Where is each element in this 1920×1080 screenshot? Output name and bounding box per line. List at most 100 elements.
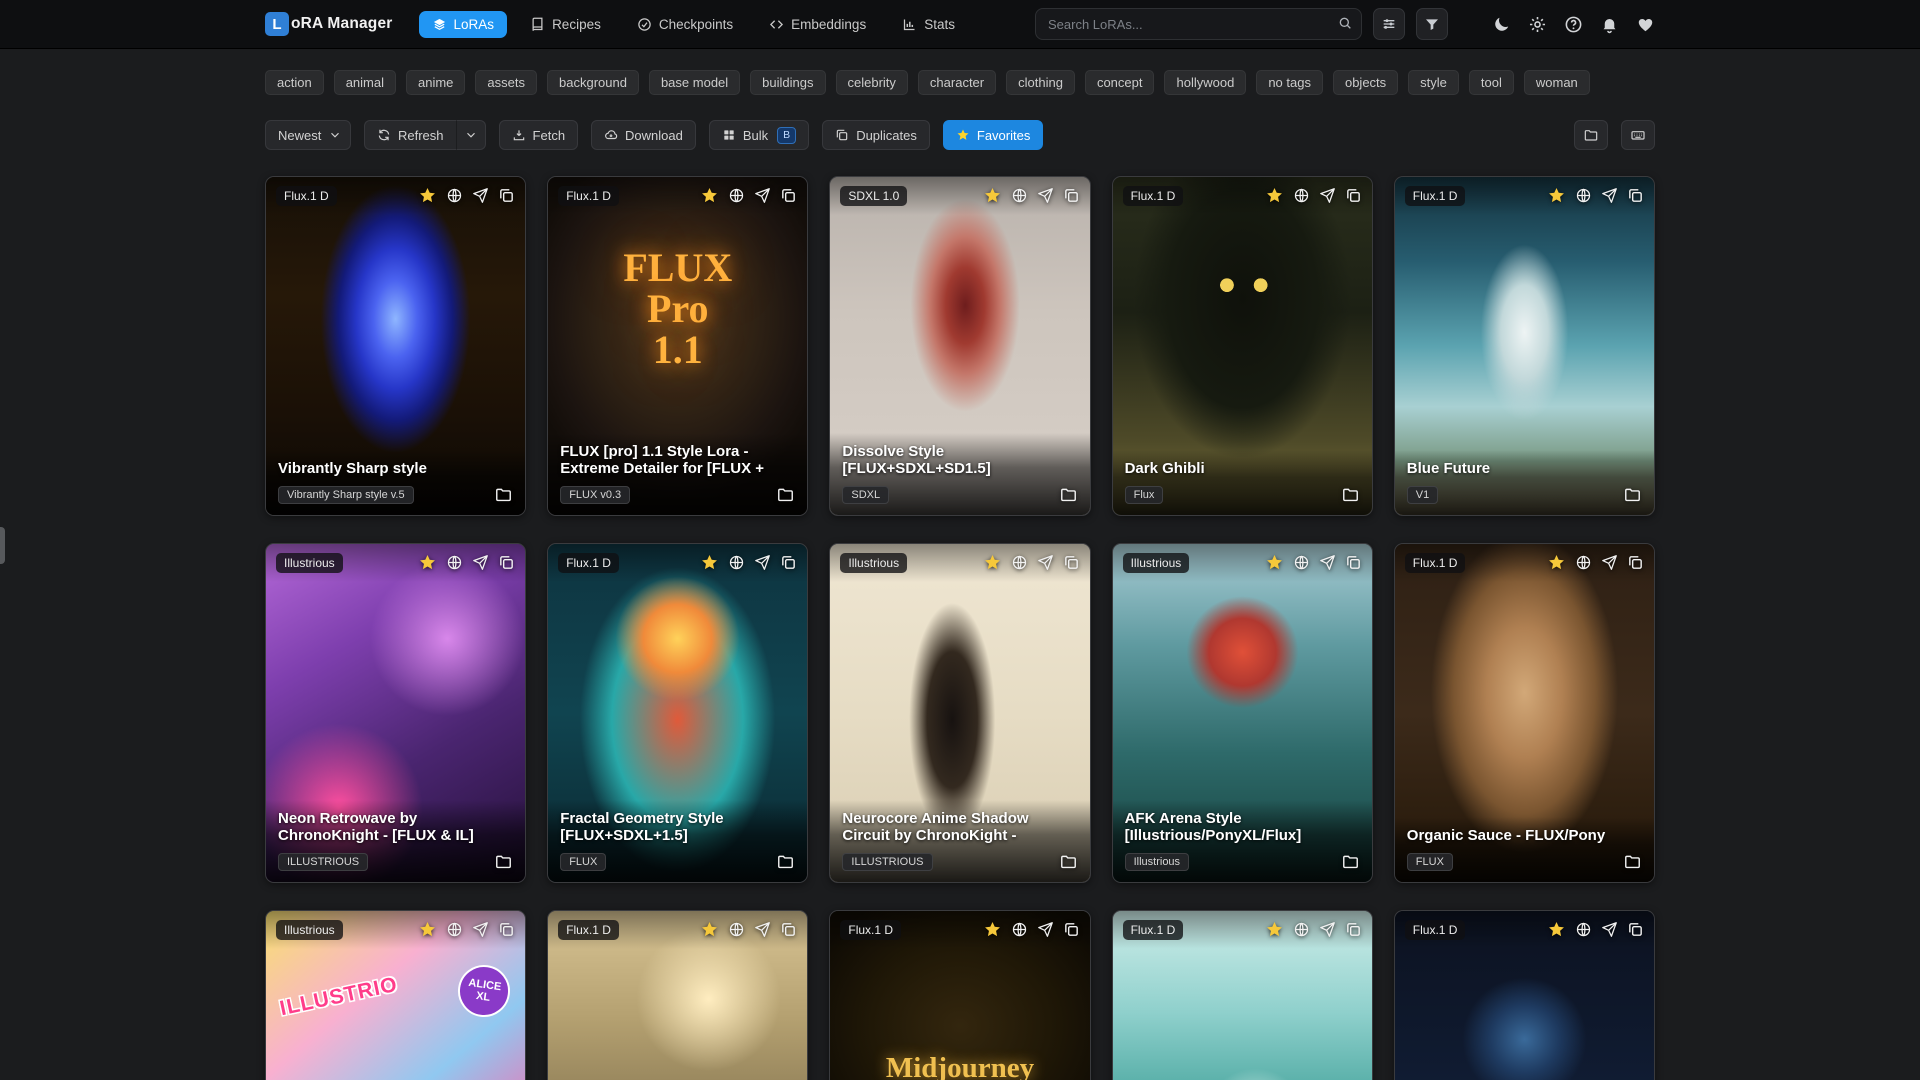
tag-tool[interactable]: tool (1469, 70, 1514, 95)
copy-icon[interactable] (780, 554, 797, 571)
folder-icon[interactable] (776, 485, 795, 504)
folder-icon[interactable] (1059, 485, 1078, 504)
tag-style[interactable]: style (1408, 70, 1459, 95)
copy-icon[interactable] (1627, 187, 1644, 204)
send-icon[interactable] (754, 187, 771, 204)
duplicates-button[interactable]: Duplicates (822, 120, 930, 150)
folder-icon[interactable] (494, 485, 513, 504)
sort-dropdown[interactable]: Newest (265, 120, 351, 150)
globe-icon[interactable] (446, 554, 463, 571)
send-icon[interactable] (1319, 921, 1336, 938)
favorites-button[interactable]: Favorites (943, 120, 1043, 150)
globe-icon[interactable] (1293, 554, 1310, 571)
nav-loras[interactable]: LoRAs (419, 11, 508, 38)
copy-icon[interactable] (1063, 187, 1080, 204)
send-icon[interactable] (472, 554, 489, 571)
globe-icon[interactable] (728, 187, 745, 204)
tag-hollywood[interactable]: hollywood (1164, 70, 1246, 95)
help-button[interactable] (1564, 15, 1583, 34)
tag-buildings[interactable]: buildings (750, 70, 825, 95)
globe-icon[interactable] (1575, 187, 1592, 204)
settings-button[interactable] (1528, 15, 1547, 34)
globe-icon[interactable] (1575, 554, 1592, 571)
tag-action[interactable]: action (265, 70, 324, 95)
copy-icon[interactable] (498, 554, 515, 571)
folder-icon[interactable] (1623, 485, 1642, 504)
favorite-star-icon[interactable] (1547, 553, 1566, 572)
lora-card[interactable]: Midjourney meetsFlux.1 D (829, 910, 1090, 1080)
globe-icon[interactable] (728, 554, 745, 571)
globe-icon[interactable] (1293, 921, 1310, 938)
send-icon[interactable] (1601, 921, 1618, 938)
nav-embeddings[interactable]: Embeddings (756, 11, 879, 38)
lora-card[interactable]: SDXL 1.0Dissolve Style [FLUX+SDXL+SD1.5]… (829, 176, 1090, 516)
theme-toggle-button[interactable] (1492, 15, 1511, 34)
copy-icon[interactable] (1063, 554, 1080, 571)
search-icon[interactable] (1337, 15, 1353, 31)
display-options-button[interactable] (1373, 8, 1405, 40)
favorite-star-icon[interactable] (983, 186, 1002, 205)
lora-card[interactable]: Flux.1 DFractal Geometry Style [FLUX+SDX… (547, 543, 808, 883)
copy-icon[interactable] (1627, 921, 1644, 938)
tag-base-model[interactable]: base model (649, 70, 740, 95)
lora-card[interactable]: Flux.1 DOrganic Sauce - FLUX/PonyFLUX (1394, 543, 1655, 883)
lora-card[interactable]: Flux.1 DBlue FutureV1 (1394, 176, 1655, 516)
lora-card[interactable]: IllustriousNeurocore Anime Shadow Circui… (829, 543, 1090, 883)
tag-no-tags[interactable]: no tags (1256, 70, 1323, 95)
favorite-star-icon[interactable] (418, 186, 437, 205)
globe-icon[interactable] (1011, 187, 1028, 204)
folder-icon[interactable] (1059, 852, 1078, 871)
copy-icon[interactable] (780, 921, 797, 938)
fetch-button[interactable]: Fetch (499, 120, 579, 150)
tag-assets[interactable]: assets (475, 70, 537, 95)
search-input[interactable] (1035, 8, 1362, 40)
tag-anime[interactable]: anime (406, 70, 465, 95)
download-button[interactable]: Download (591, 120, 696, 150)
folder-icon[interactable] (1341, 485, 1360, 504)
favorite-star-icon[interactable] (418, 553, 437, 572)
send-icon[interactable] (754, 554, 771, 571)
copy-icon[interactable] (780, 187, 797, 204)
globe-icon[interactable] (1575, 921, 1592, 938)
tag-clothing[interactable]: clothing (1006, 70, 1075, 95)
favorite-star-icon[interactable] (700, 920, 719, 939)
lora-card[interactable]: Flux.1 DVibrantly Sharp styleVibrantly S… (265, 176, 526, 516)
copy-icon[interactable] (498, 921, 515, 938)
send-icon[interactable] (754, 921, 771, 938)
tag-objects[interactable]: objects (1333, 70, 1398, 95)
send-icon[interactable] (472, 187, 489, 204)
app-logo[interactable]: L oRA Manager (265, 12, 393, 36)
globe-icon[interactable] (728, 921, 745, 938)
support-button[interactable] (1636, 15, 1655, 34)
favorite-star-icon[interactable] (418, 920, 437, 939)
tag-woman[interactable]: woman (1524, 70, 1590, 95)
lora-card[interactable]: IllustriousAFK Arena Style [Illustrious/… (1112, 543, 1373, 883)
send-icon[interactable] (1319, 187, 1336, 204)
lora-card[interactable]: Flux.1 DDark GhibliFlux (1112, 176, 1373, 516)
nav-recipes[interactable]: Recipes (517, 11, 614, 38)
refresh-button[interactable]: Refresh (364, 120, 457, 150)
lora-card[interactable]: FLUX Pro 1.1Flux.1 DFLUX [pro] 1.1 Style… (547, 176, 808, 516)
favorite-star-icon[interactable] (983, 920, 1002, 939)
favorite-star-icon[interactable] (1547, 186, 1566, 205)
tag-celebrity[interactable]: celebrity (836, 70, 908, 95)
lora-card[interactable]: ILLUSTRIOALICE XLIllustrious (265, 910, 526, 1080)
favorite-star-icon[interactable] (1547, 920, 1566, 939)
copy-icon[interactable] (1063, 921, 1080, 938)
lora-card[interactable]: Flux.1 D (1112, 910, 1373, 1080)
send-icon[interactable] (1319, 554, 1336, 571)
keyboard-shortcuts-button[interactable] (1621, 120, 1655, 150)
favorite-star-icon[interactable] (1265, 553, 1284, 572)
lora-card[interactable]: Flux.1 D (547, 910, 808, 1080)
copy-icon[interactable] (1345, 187, 1362, 204)
globe-icon[interactable] (1011, 554, 1028, 571)
refresh-options-button[interactable] (457, 120, 486, 150)
tag-animal[interactable]: animal (334, 70, 396, 95)
tag-concept[interactable]: concept (1085, 70, 1155, 95)
folder-icon[interactable] (494, 852, 513, 871)
favorite-star-icon[interactable] (700, 186, 719, 205)
notifications-button[interactable] (1600, 15, 1619, 34)
folder-icon[interactable] (1623, 852, 1642, 871)
send-icon[interactable] (1601, 187, 1618, 204)
globe-icon[interactable] (1011, 921, 1028, 938)
